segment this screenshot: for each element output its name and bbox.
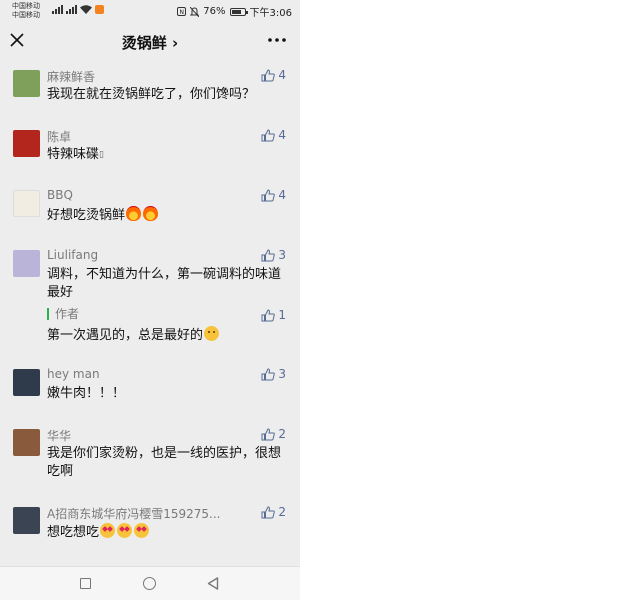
commenter-name[interactable]: 华华 bbox=[47, 427, 71, 444]
reply-text-content: 第一次遇见的，总是最好的 bbox=[47, 328, 204, 343]
avatar[interactable] bbox=[13, 369, 40, 396]
comment-text: 我是你们家烫粉，也是一线的医护，很想吃啊 bbox=[47, 446, 282, 479]
page-title[interactable]: 烫锅鲜 › bbox=[0, 32, 300, 53]
commenter-name[interactable]: 麻辣鲜香 bbox=[47, 68, 95, 85]
battery-icon bbox=[229, 7, 248, 16]
avatar[interactable] bbox=[13, 130, 40, 157]
signal-icon-2 bbox=[66, 5, 77, 14]
comment-text-content: 想吃想吃 bbox=[47, 525, 100, 540]
mute-icon bbox=[190, 6, 200, 17]
like-count: 3 bbox=[278, 367, 286, 381]
commenter-name[interactable]: 陈卓 bbox=[47, 128, 71, 145]
back-icon[interactable] bbox=[207, 577, 219, 590]
reply-like-button[interactable]: 1 bbox=[261, 308, 286, 322]
comment-text-content: 好想吃烫锅鲜 bbox=[47, 208, 126, 223]
heart-eyes-emoji-icon bbox=[100, 523, 116, 538]
more-icon[interactable] bbox=[266, 32, 288, 48]
comment-text: 想吃想吃 bbox=[47, 523, 287, 542]
nfc-icon: N bbox=[177, 7, 187, 16]
thumbs-up-icon bbox=[261, 188, 276, 201]
avatar[interactable] bbox=[13, 429, 40, 456]
comment-text: 我现在就在烫锅鲜吃了，你们馋吗？ bbox=[47, 87, 256, 102]
reply-like-count: 1 bbox=[278, 308, 286, 322]
like-button[interactable]: 3 bbox=[261, 367, 286, 381]
battery-percent: 76% bbox=[203, 6, 226, 17]
thinking-emoji-icon bbox=[204, 326, 220, 341]
heart-eyes-emoji-icon bbox=[134, 523, 150, 538]
comment-text: 调料，不知道为什么，第一碗调料的味道最好 bbox=[47, 267, 282, 300]
thumbs-up-icon bbox=[261, 68, 276, 81]
thumbs-up-icon bbox=[261, 248, 276, 261]
avatar[interactable] bbox=[13, 507, 40, 534]
like-button[interactable]: 2 bbox=[261, 427, 286, 441]
fire-emoji-icon bbox=[143, 206, 159, 221]
like-button[interactable]: 2 bbox=[261, 505, 286, 519]
system-nav-bar bbox=[0, 566, 300, 600]
reply-text: 第一次遇见的，总是最好的 bbox=[47, 326, 287, 345]
home-icon[interactable] bbox=[143, 577, 156, 590]
recent-apps-icon[interactable] bbox=[80, 578, 91, 589]
like-button[interactable]: 4 bbox=[261, 188, 286, 202]
author-reply-label: 作者 bbox=[47, 308, 79, 320]
commenter-name[interactable]: A招商东城华府冯樱雪159275... bbox=[47, 505, 220, 522]
like-count: 4 bbox=[278, 68, 286, 82]
phone-screen: 中国移动 中国移动 N 76% 下午3:06 烫锅鲜 › 麻辣鲜香 4 我现在就… bbox=[0, 0, 300, 600]
thumbs-up-icon bbox=[261, 308, 276, 321]
thumbs-up-icon bbox=[261, 427, 276, 440]
avatar[interactable] bbox=[13, 250, 40, 277]
like-count: 3 bbox=[278, 248, 286, 262]
commenter-name[interactable]: hey man bbox=[47, 367, 100, 381]
carrier-labels: 中国移动 中国移动 bbox=[12, 2, 40, 20]
carrier-1: 中国移动 bbox=[12, 2, 40, 10]
like-count: 4 bbox=[278, 188, 286, 202]
like-count: 2 bbox=[278, 505, 286, 519]
like-count: 2 bbox=[278, 427, 286, 441]
thumbs-up-icon bbox=[261, 128, 276, 141]
carrier-2: 中国移动 bbox=[12, 11, 40, 19]
signal-icons bbox=[52, 5, 104, 14]
battery-level bbox=[231, 9, 241, 14]
like-button[interactable]: 4 bbox=[261, 128, 286, 142]
comment-text: 特辣味碟▯ bbox=[47, 146, 287, 164]
like-count: 4 bbox=[278, 128, 286, 142]
commenter-name[interactable]: BBQ bbox=[47, 188, 73, 202]
thumbs-up-icon bbox=[261, 505, 276, 518]
status-bar: 中国移动 中国移动 N 76% 下午3:06 bbox=[0, 0, 300, 22]
thumbs-up-icon bbox=[261, 367, 276, 380]
nav-bar: 烫锅鲜 › bbox=[0, 22, 300, 60]
avatar[interactable] bbox=[13, 190, 40, 217]
like-button[interactable]: 3 bbox=[261, 248, 286, 262]
app-notification-icon bbox=[95, 5, 104, 14]
clock: 下午3:06 bbox=[249, 8, 292, 19]
comment-text: 嫩牛肉！！！ bbox=[47, 386, 126, 401]
status-right: N 76% 下午3:06 bbox=[177, 4, 292, 19]
comment-text: 好想吃烫锅鲜 bbox=[47, 206, 287, 225]
heart-eyes-emoji-icon bbox=[117, 523, 133, 538]
avatar[interactable] bbox=[13, 70, 40, 97]
unknown-glyph-icon: ▯ bbox=[99, 150, 104, 160]
comment-text-content: 特辣味碟 bbox=[47, 147, 100, 162]
like-button[interactable]: 4 bbox=[261, 68, 286, 82]
commenter-name[interactable]: Liulifang bbox=[47, 248, 98, 262]
wifi-icon bbox=[80, 5, 92, 14]
signal-icon bbox=[52, 5, 63, 14]
fire-emoji-icon bbox=[126, 206, 142, 221]
